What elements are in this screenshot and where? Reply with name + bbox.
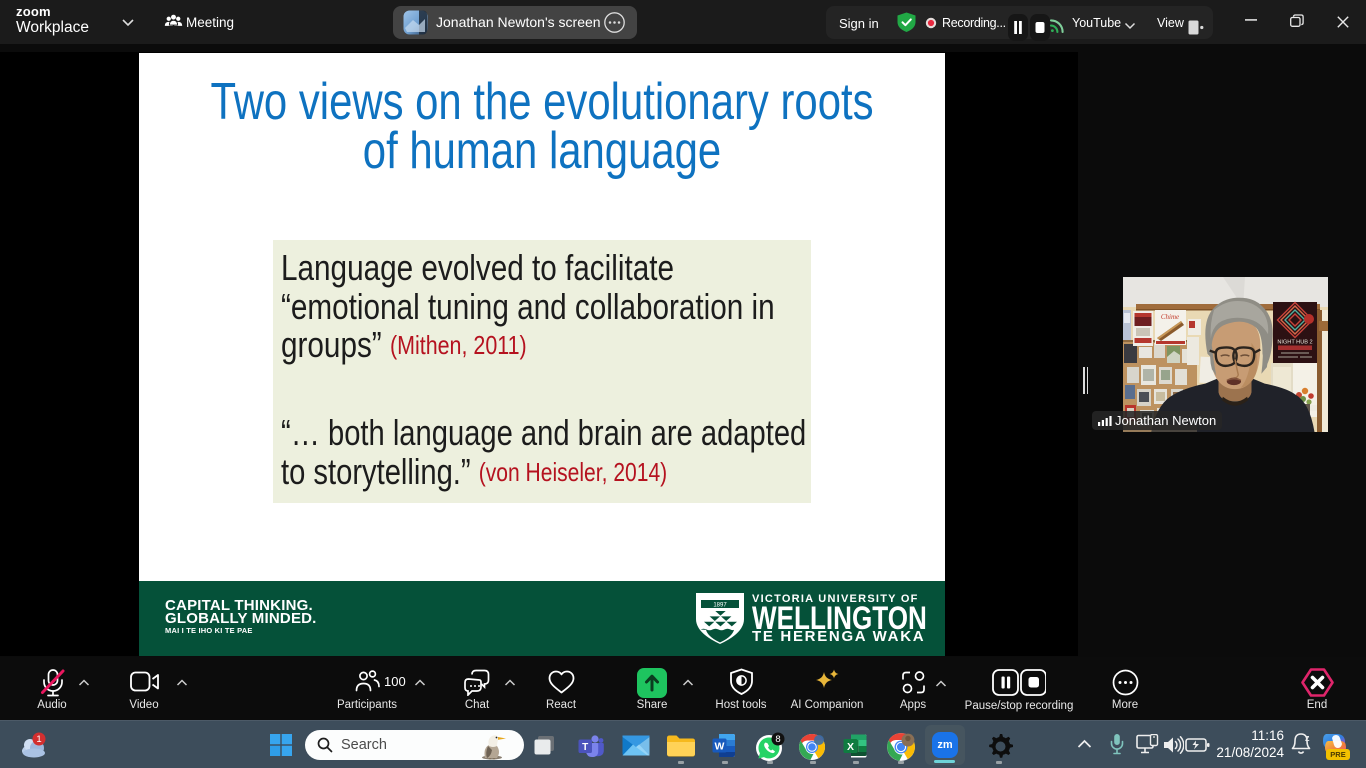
svg-text:X: X [847,741,854,753]
svg-text:1: 1 [36,734,41,745]
svg-text:8: 8 [775,734,780,745]
svg-text:W: W [715,741,725,753]
svg-text:NIGHT HUB 2: NIGHT HUB 2 [1277,340,1312,346]
svg-text:z: z [1305,733,1310,743]
svg-text:T: T [582,742,588,753]
svg-text:Chime: Chime [1161,313,1179,321]
svg-text:1897: 1897 [713,603,727,609]
